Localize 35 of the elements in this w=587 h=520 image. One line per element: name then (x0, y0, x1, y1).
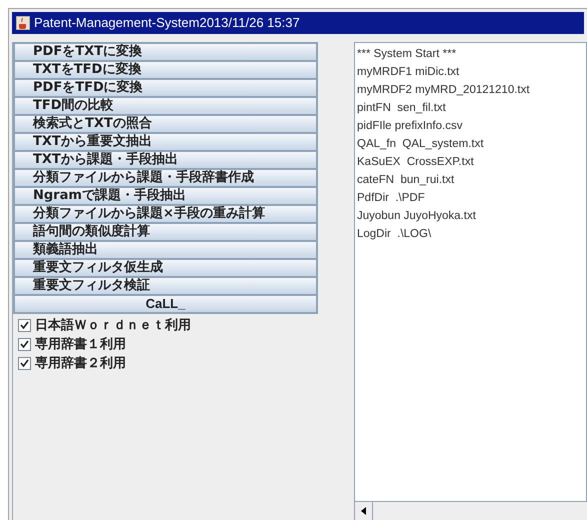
log-line: LogDir .\LOG\ (357, 227, 432, 242)
checkbox[interactable] (18, 357, 31, 370)
action-button[interactable]: 検索式とTXTの照合 (14, 115, 317, 133)
checkbox[interactable] (18, 319, 31, 332)
action-button[interactable]: TXTをTFDに変換 (14, 61, 317, 79)
log-line: KaSuEX CrossEXP.txt (357, 155, 475, 170)
cup-icon (16, 16, 30, 30)
log-line: QAL_fn QAL_system.txt (357, 137, 485, 152)
action-button[interactable]: 類義語抽出 (14, 241, 317, 259)
log-line: cateFN bun_rui.txt (357, 173, 456, 188)
action-button[interactable]: PDFをTFDに変換 (14, 79, 317, 97)
action-button[interactable]: Ngramで課題・手段抽出 (14, 187, 317, 205)
checkbox-label: 日本語Ｗｏｒｄｎｅｔ利用 (35, 316, 191, 335)
log-line: myMRDF2 myMRD_20121210.txt (357, 83, 531, 98)
action-button[interactable]: 分類ファイルから課題×手段の重み計算 (14, 205, 317, 223)
action-button[interactable]: TXTから重要文抽出 (14, 133, 317, 151)
action-button[interactable]: PDFをTXTに変換 (14, 43, 317, 61)
action-button[interactable]: 分類ファイルから課題・手段辞書作成 (14, 169, 317, 187)
log-line: myMRDF1 miDic.txt (357, 65, 460, 80)
action-button[interactable]: 語句間の類似度計算 (14, 223, 317, 241)
checkbox-label: 専用辞書１利用 (35, 336, 126, 354)
action-button[interactable]: TXTから課題・手段抽出 (14, 151, 317, 169)
checkbox[interactable] (18, 338, 31, 351)
left-arrow-icon (361, 507, 366, 515)
log-line: PdfDir .\PDF (357, 191, 426, 206)
call-button[interactable]: CaLL_ (14, 295, 317, 313)
window-title: Patent-Management-System2013/11/26 15:37 (34, 14, 300, 32)
log-line: pintFN sen_fil.txt (357, 101, 447, 116)
log-line: Juyobun JuyoHyoka.txt (357, 209, 477, 224)
action-button[interactable]: 重要文フィルタ検証 (14, 277, 317, 295)
checkbox-label: 専用辞書２利用 (35, 354, 126, 373)
action-button[interactable]: TFD間の比較 (14, 97, 317, 115)
log-line: *** System Start *** (357, 47, 458, 62)
log-line: pidFIle prefixInfo.csv (357, 119, 464, 134)
action-button[interactable]: 重要文フィルタ仮生成 (14, 259, 317, 277)
